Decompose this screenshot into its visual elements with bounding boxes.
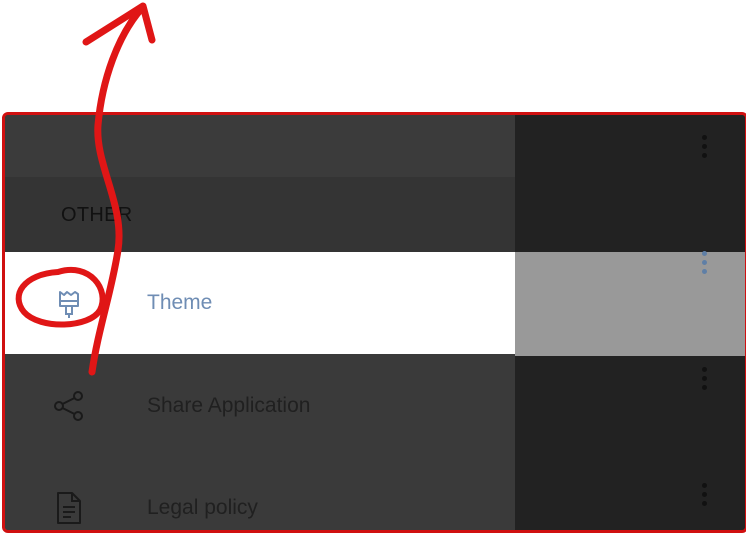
more-vertical-icon[interactable] [700, 367, 708, 393]
menu-item-label: Share Application [147, 394, 311, 417]
menu-item-theme[interactable]: Theme [5, 252, 515, 354]
paint-brush-icon [59, 291, 79, 318]
more-vertical-icon[interactable] [700, 251, 708, 277]
drawer-top-area [5, 115, 515, 177]
share-icon [54, 391, 83, 421]
more-vertical-icon[interactable] [700, 135, 708, 161]
screenshot-frame: OTHER Theme Share Application Legal poli… [2, 112, 746, 533]
menu-item-label: Theme [147, 291, 213, 314]
section-header: OTHER [5, 177, 515, 253]
background-content-panel [515, 115, 745, 530]
menu-item-share-application[interactable]: Share Application [5, 355, 515, 457]
menu-item-legal-policy[interactable]: Legal policy [5, 457, 515, 530]
document-icon [57, 492, 81, 524]
menu-item-label: Legal policy [147, 496, 258, 519]
navigation-drawer: OTHER Theme Share Application Legal poli… [5, 115, 515, 530]
highlighted-row-background [515, 252, 745, 356]
annotation-arrowhead [82, 2, 156, 46]
more-vertical-icon[interactable] [700, 483, 708, 509]
section-title: OTHER [61, 203, 133, 226]
